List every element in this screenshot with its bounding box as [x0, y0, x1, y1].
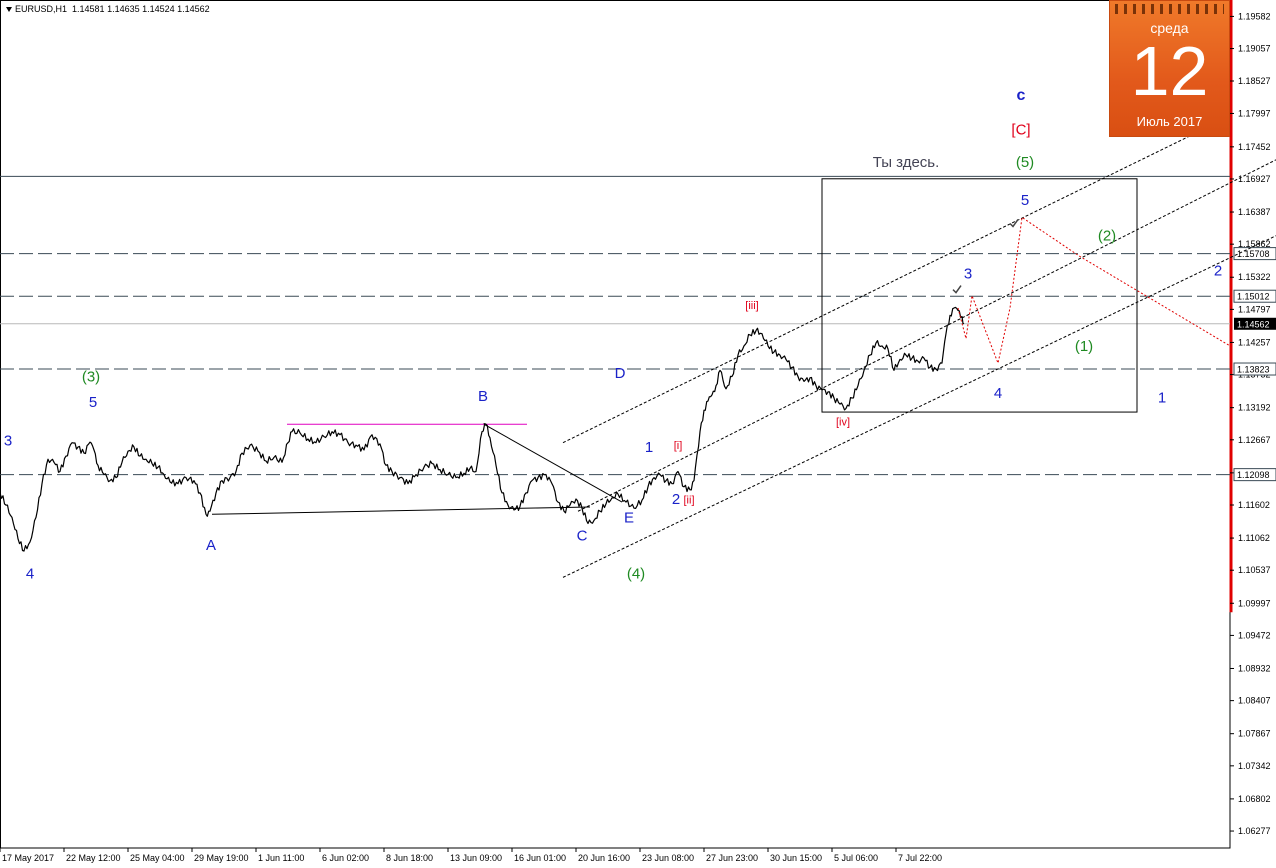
focus-rectangle: [821, 178, 1138, 413]
wave-label: 4: [994, 385, 1002, 402]
y-tick-label: 1.14257: [1238, 337, 1271, 347]
y-tick-label: 1.07867: [1238, 729, 1271, 739]
x-tick-label: 25 May 04:00: [130, 853, 185, 863]
y-tick-label: 1.07342: [1238, 761, 1271, 771]
y-tick-label: 1.06277: [1238, 826, 1271, 836]
x-tick-label: 8 Jun 18:00: [386, 853, 433, 863]
wave-label: [i]: [674, 440, 683, 452]
level-price-label: 1.15708: [1237, 249, 1270, 259]
y-tick-label: 1.16387: [1238, 207, 1271, 217]
level-price-label: 1.13823: [1237, 365, 1270, 375]
wave-label: (4): [627, 566, 645, 583]
x-tick-label: 16 Jun 01:00: [514, 853, 566, 863]
wave-label: [iv]: [836, 417, 850, 429]
y-tick-label: 1.09997: [1238, 598, 1271, 608]
wave-label: [iii]: [745, 300, 758, 312]
forecast-path: [957, 216, 1231, 365]
y-tick-label: 1.08932: [1238, 663, 1271, 673]
triangle-lower-line: [211, 506, 591, 515]
x-tick-label: 23 Jun 08:00: [642, 853, 694, 863]
y-tick-label: 1.11062: [1238, 533, 1270, 543]
calendar-rings-icon: [1115, 4, 1224, 14]
y-tick-label: 1.19057: [1238, 44, 1271, 54]
x-tick-label: 17 May 2017: [2, 853, 54, 863]
wave-label: 3: [964, 266, 972, 283]
current-price-label: 1.14562: [1237, 319, 1270, 329]
y-tick-label: 1.06802: [1238, 794, 1271, 804]
x-tick-label: 5 Jul 06:00: [834, 853, 878, 863]
x-tick-label: 30 Jun 15:00: [770, 853, 822, 863]
x-tick-label: 6 Jun 02:00: [322, 853, 369, 863]
y-tick-label: 1.17452: [1238, 142, 1271, 152]
checkmark-icon: [1009, 219, 1019, 228]
wave-label: C: [577, 528, 588, 545]
wave-label: 4: [26, 566, 34, 583]
y-tick-label: 1.10537: [1238, 565, 1271, 575]
y-tick-label: 1.18527: [1238, 76, 1271, 86]
price-series-line: [0, 306, 965, 552]
x-tick-label: 27 Jun 23:00: [706, 853, 758, 863]
wave-label: 5: [1021, 192, 1029, 209]
x-tick-label: 1 Jun 11:00: [258, 853, 304, 863]
y-tick-label: 1.09472: [1238, 630, 1271, 640]
wave-label: c: [1017, 87, 1026, 104]
x-tick-label: 29 May 19:00: [194, 853, 249, 863]
channel-line: [577, 159, 1276, 512]
x-tick-label: 22 May 12:00: [66, 853, 121, 863]
wave-label: 2: [672, 491, 680, 508]
y-tick-label: 1.13192: [1238, 403, 1271, 413]
channel-line: [562, 235, 1276, 578]
triangle-upper-line: [482, 423, 623, 503]
wave-label: 1: [645, 439, 653, 456]
price-chart[interactable]: 1.19582 1.19057 1.18527 1.17997 1.17452 1.169…: [0, 0, 1276, 868]
level-price-label: 1.12098: [1237, 470, 1270, 480]
y-tick-label: 1.16927: [1238, 174, 1271, 184]
wave-label: A: [206, 537, 216, 554]
x-tick-label: 13 Jun 09:00: [450, 853, 502, 863]
wave-label: B: [478, 388, 488, 405]
calendar-day-number: 12: [1130, 32, 1209, 110]
plot-frame: [0, 0, 1231, 849]
wave-label: 2: [1214, 263, 1222, 280]
y-tick-label: 1.19582: [1238, 11, 1271, 21]
wave-label: E: [624, 509, 634, 526]
checkmark-icon: [952, 285, 962, 294]
wave-label: (5): [1016, 154, 1034, 171]
wave-label: 1: [1158, 389, 1166, 406]
wave-label: (1): [1075, 338, 1093, 355]
wave-label: (3): [82, 368, 100, 385]
y-tick-label: 1.11602: [1238, 500, 1270, 510]
y-tick-label: 1.14797: [1238, 304, 1271, 314]
wave-label: [ii]: [684, 494, 695, 506]
calendar-widget: среда 12 Июль 2017: [1109, 0, 1230, 137]
calendar-month-year: Июль 2017: [1136, 114, 1203, 129]
y-tick-label: 1.15322: [1238, 272, 1271, 282]
x-tick-label: 7 Jul 22:00: [898, 853, 942, 863]
y-tick-label: 1.12667: [1238, 435, 1271, 445]
y-tick-label: 1.08407: [1238, 696, 1271, 706]
wave-label: [C]: [1011, 122, 1030, 139]
level-price-label: 1.15012: [1237, 292, 1270, 302]
y-tick-label: 1.17997: [1238, 108, 1271, 118]
x-tick-label: 20 Jun 16:00: [578, 853, 630, 863]
wave-label: 5: [89, 394, 97, 411]
you-are-here-annotation: Ты здесь.: [873, 154, 940, 171]
wave-label: 3: [4, 433, 12, 450]
wave-label: (2): [1098, 228, 1116, 245]
wave-label: D: [615, 365, 626, 382]
